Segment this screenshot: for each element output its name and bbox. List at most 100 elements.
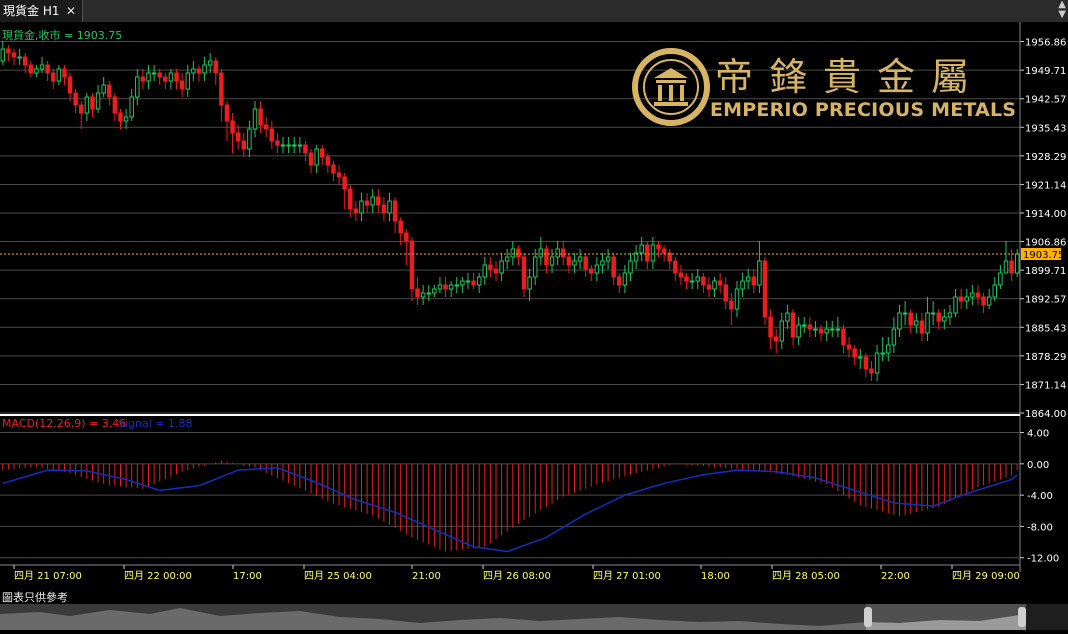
- candle-down: [645, 244, 650, 262]
- candle-down: [471, 280, 476, 286]
- candle-up: [695, 276, 700, 282]
- candle-up: [886, 344, 891, 354]
- candle-up: [600, 260, 605, 266]
- candle-up: [123, 116, 129, 122]
- candle-down: [140, 76, 146, 82]
- candle-up: [185, 72, 190, 90]
- candle-down: [684, 276, 689, 282]
- candle-down: [488, 264, 493, 270]
- price-axis-label: 1871.14: [1025, 380, 1066, 391]
- candle-down: [975, 292, 981, 298]
- candle-up: [527, 276, 532, 290]
- price-axis-label: 1906.86: [1025, 238, 1066, 249]
- price-axis-label: 1899.71: [1025, 266, 1066, 277]
- navigator-right-handle[interactable]: [1018, 607, 1026, 627]
- candle-up: [858, 356, 863, 359]
- candle-down: [678, 272, 684, 278]
- time-axis-label: 17:00: [233, 571, 262, 582]
- candle-down: [404, 232, 409, 242]
- candle-up: [992, 284, 998, 298]
- candle-down: [701, 276, 706, 286]
- candle-down: [28, 64, 34, 74]
- candle-up: [712, 280, 717, 290]
- chart-tab[interactable]: 現貨金 H1 ✕: [0, 0, 83, 22]
- candle-down: [235, 132, 241, 142]
- candle-up: [639, 244, 644, 254]
- close-icon[interactable]: ✕: [66, 0, 76, 22]
- candle-down: [6, 48, 11, 54]
- candle-up: [942, 316, 947, 322]
- candle-up: [151, 72, 157, 75]
- candle-up: [432, 288, 437, 294]
- candle-up: [84, 96, 90, 114]
- candle-up: [168, 72, 174, 82]
- candle-up: [914, 320, 919, 326]
- time-axis-label: 18:00: [701, 571, 730, 582]
- candle-down: [174, 72, 179, 82]
- candle-up: [101, 84, 106, 94]
- candle-up: [135, 76, 140, 98]
- candle-down: [51, 72, 56, 82]
- candle-down: [348, 188, 353, 210]
- candle-up: [745, 276, 751, 282]
- candle-down: [230, 120, 235, 134]
- candle-down: [661, 248, 667, 254]
- candle-up: [622, 272, 628, 286]
- macd-axis-label: -8.00: [1027, 522, 1053, 533]
- candle-down: [717, 280, 723, 286]
- candle-down: [673, 260, 678, 274]
- candle-down: [219, 72, 224, 106]
- time-axis-label: 21:00: [412, 571, 441, 582]
- candle-down: [521, 256, 527, 290]
- candle-up: [191, 68, 196, 74]
- macd-label: MACD(12,26,9) = 3.46: [2, 417, 126, 430]
- price-axis-label: 1914.00: [1025, 209, 1066, 220]
- last-price-label: 1903.75: [1023, 250, 1064, 261]
- candle-up: [813, 328, 818, 331]
- candle-up: [891, 328, 897, 346]
- candle-down: [62, 68, 67, 78]
- candle-down: [118, 112, 123, 122]
- candle-down: [544, 248, 549, 266]
- candle-down: [107, 84, 112, 98]
- candle-down: [364, 200, 370, 206]
- candle-up: [785, 312, 790, 322]
- candle-up: [499, 260, 504, 274]
- candle-up: [740, 280, 745, 290]
- candle-down: [493, 268, 499, 274]
- candle-up: [757, 260, 762, 286]
- signal-label: Signal = 1.88: [118, 417, 193, 430]
- candle-up: [555, 248, 560, 258]
- price-axis-label: 1892.57: [1025, 295, 1066, 306]
- candle-up: [902, 312, 908, 315]
- candle-down: [773, 336, 779, 342]
- candle-up: [734, 288, 740, 310]
- candle-down: [392, 200, 398, 222]
- tab-menu-icon[interactable]: ▲ ▼: [1058, 0, 1066, 20]
- macd-axis-label: -12.00: [1027, 554, 1059, 565]
- candle-down: [342, 176, 347, 190]
- logo-chinese-text: 帝鋒貴金屬: [715, 55, 986, 99]
- macd-axis-label: 4.00: [1027, 429, 1049, 440]
- logo-english-text: EMPERIO PRECIOUS METALS: [710, 99, 1017, 121]
- candle-down: [73, 92, 78, 106]
- navigator-left-handle[interactable]: [864, 607, 872, 627]
- candle-down: [308, 152, 314, 166]
- time-axis-label: 四月 28 05:00: [772, 570, 840, 582]
- candle-down: [67, 76, 73, 94]
- tab-bar: 現貨金 H1 ✕ ▲ ▼: [0, 0, 1068, 23]
- candle-up: [39, 64, 45, 70]
- emblem-icon: [632, 48, 710, 126]
- candle-down: [729, 300, 734, 310]
- candle-down: [196, 68, 202, 74]
- macd-axis-label: -4.00: [1027, 491, 1053, 502]
- candle-up: [510, 248, 516, 258]
- candle-up: [426, 292, 431, 295]
- price-axis-label: 1949.71: [1025, 66, 1066, 77]
- candle-up: [437, 284, 443, 290]
- navigator-bar[interactable]: [0, 604, 1068, 630]
- candle-down: [852, 348, 857, 358]
- candle-up: [986, 296, 992, 306]
- candle-down: [258, 108, 263, 126]
- candle-up: [830, 328, 835, 331]
